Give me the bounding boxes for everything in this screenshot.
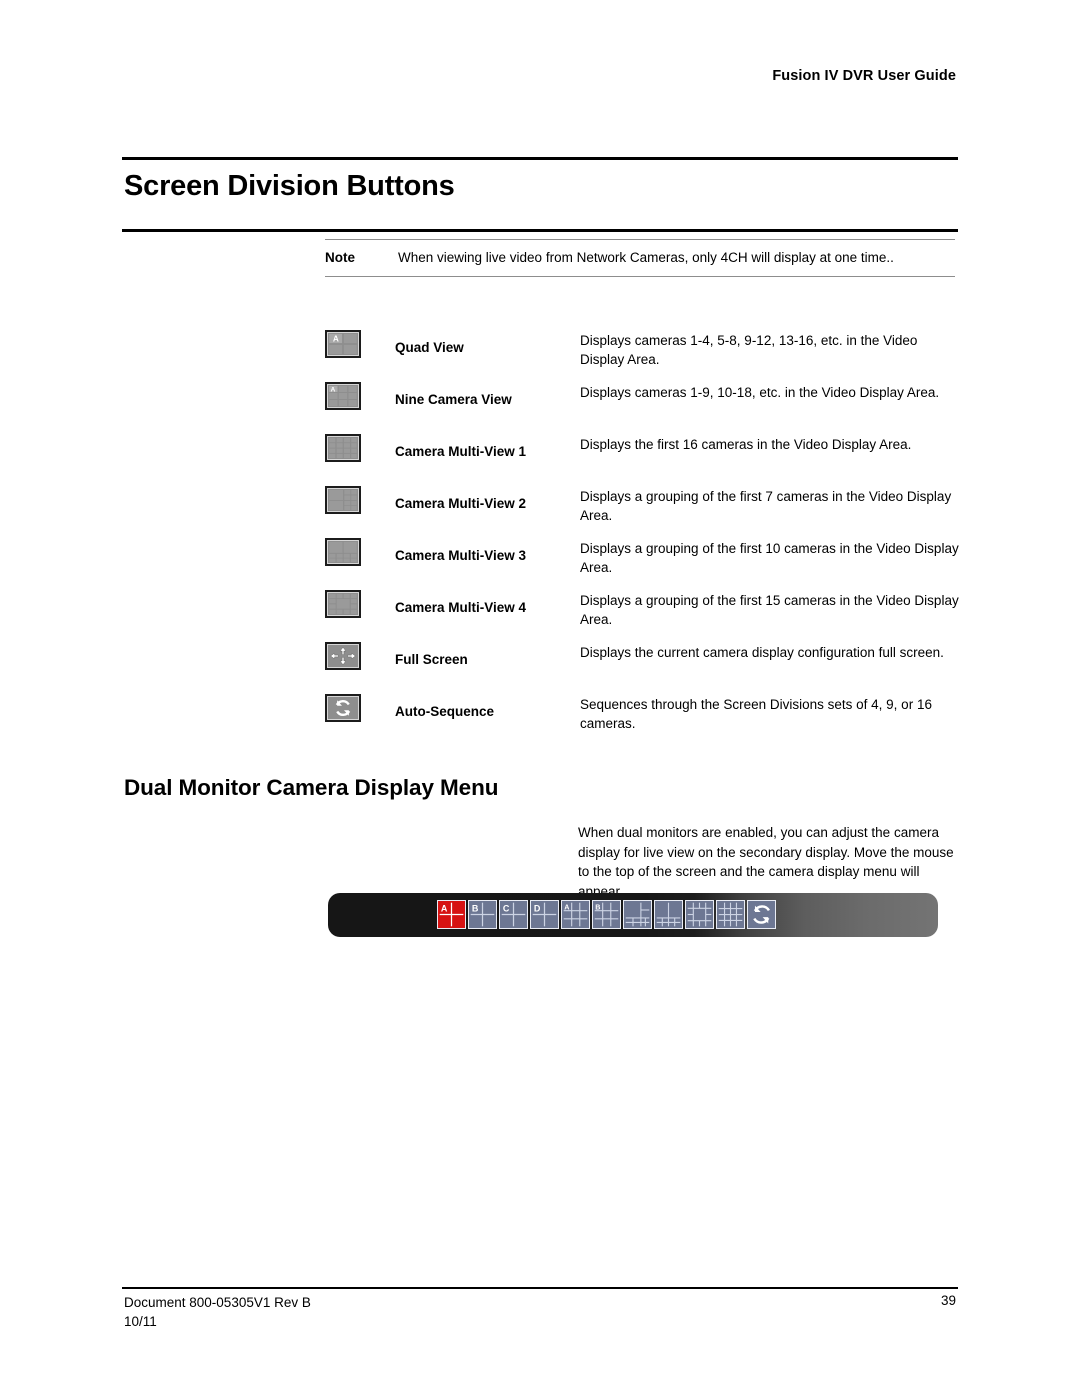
table-row: Camera Multi-View 1 Displays the first 1… [325,430,960,482]
svg-text:A: A [333,335,339,344]
section-heading-dual-monitor: Dual Monitor Camera Display Menu [124,775,499,800]
camera-multi-view-2-icon [325,482,395,514]
camera-multi-view-2-button[interactable] [623,900,652,929]
quad-view-b-button[interactable]: B [468,900,497,929]
table-row: Camera Multi-View 4 Displays a grouping … [325,586,960,638]
camera-multi-view-4-icon [325,586,395,618]
heading-rule-top [122,157,958,160]
svg-text:A: A [564,903,569,912]
dual-monitor-camera-display-menu: A B C D A B [328,893,938,937]
row-label: Camera Multi-View 1 [395,444,527,459]
table-row: Camera Multi-View 3 Displays a grouping … [325,534,960,586]
full-screen-icon [325,638,395,670]
quad-view-icon: A [325,326,395,358]
camera-multi-view-1-icon [325,430,395,462]
row-label: Auto-Sequence [395,704,495,719]
note-callout: Note When viewing live video from Networ… [325,239,955,278]
row-label: Nine Camera View [395,392,512,407]
row-label: Camera Multi-View 4 [395,600,527,615]
row-description: Displays the current camera display conf… [580,645,944,660]
svg-text:B: B [472,903,479,913]
row-description: Displays cameras 1-9, 10-18, etc. in the… [580,385,940,400]
body-paragraph: When dual monitors are enabled, you can … [578,825,954,900]
row-description: Displays a grouping of the first 7 camer… [580,489,952,524]
footer-document-line-1: Document 800-05305V1 Rev B [124,1295,311,1310]
footer-rule [122,1287,958,1289]
row-description: Sequences through the Screen Divisions s… [580,697,932,732]
row-description: Displays a grouping of the first 15 came… [580,593,959,628]
svg-text:B: B [595,903,600,912]
row-label: Camera Multi-View 2 [395,496,527,511]
footer-document-info: Document 800-05305V1 Rev B 10/11 [124,1293,311,1331]
quad-view-c-button[interactable]: C [499,900,528,929]
nine-camera-view-icon: A [325,378,395,410]
svg-text:A: A [331,386,336,393]
quad-view-d-button[interactable]: D [530,900,559,929]
page-title: Screen Division Buttons [124,170,455,202]
screen-division-buttons-table: A Quad View Displays cameras 1-4, 5-8, 9… [325,326,960,742]
quad-view-a-button[interactable]: A [437,900,466,929]
row-description: Displays the first 16 cameras in the Vid… [580,437,912,452]
svg-text:C: C [503,903,510,913]
camera-multi-view-3-icon [325,534,395,566]
row-label: Quad View [395,340,464,355]
note-label: Note [325,250,355,265]
nine-camera-view-b-button[interactable]: B [592,900,621,929]
footer-document-line-2: 10/11 [124,1314,157,1330]
auto-sequence-icon [325,690,395,722]
camera-multi-view-3-button[interactable] [654,900,683,929]
row-description: Displays cameras 1-4, 5-8, 9-12, 13-16, … [580,333,918,368]
note-text: When viewing live video from Network Cam… [398,250,894,265]
document-page: Fusion IV DVR User Guide Screen Division… [0,0,1080,1397]
page-number: 39 [940,1293,956,1308]
table-row: Full Screen Displays the current camera … [325,638,960,690]
camera-multi-view-1-button[interactable] [716,900,745,929]
nine-camera-view-a-button[interactable]: A [561,900,590,929]
auto-sequence-button[interactable] [747,900,776,929]
row-description: Displays a grouping of the first 10 came… [580,541,959,576]
table-row: Camera Multi-View 2 Displays a grouping … [325,482,960,534]
camera-display-button-strip: A B C D A B [437,900,776,929]
table-row: A Nine Camera View Displays cameras 1-9,… [325,378,960,430]
camera-multi-view-4-button[interactable] [685,900,714,929]
heading-rule-bottom [122,229,958,232]
svg-text:D: D [534,903,541,913]
table-row: A Quad View Displays cameras 1-4, 5-8, 9… [325,326,960,378]
running-header-title: Fusion IV DVR User Guide [772,68,956,84]
table-row: Auto-Sequence Sequences through the Scre… [325,690,960,742]
svg-text:A: A [441,903,448,913]
row-label: Camera Multi-View 3 [395,548,527,563]
row-label: Full Screen [395,652,468,667]
